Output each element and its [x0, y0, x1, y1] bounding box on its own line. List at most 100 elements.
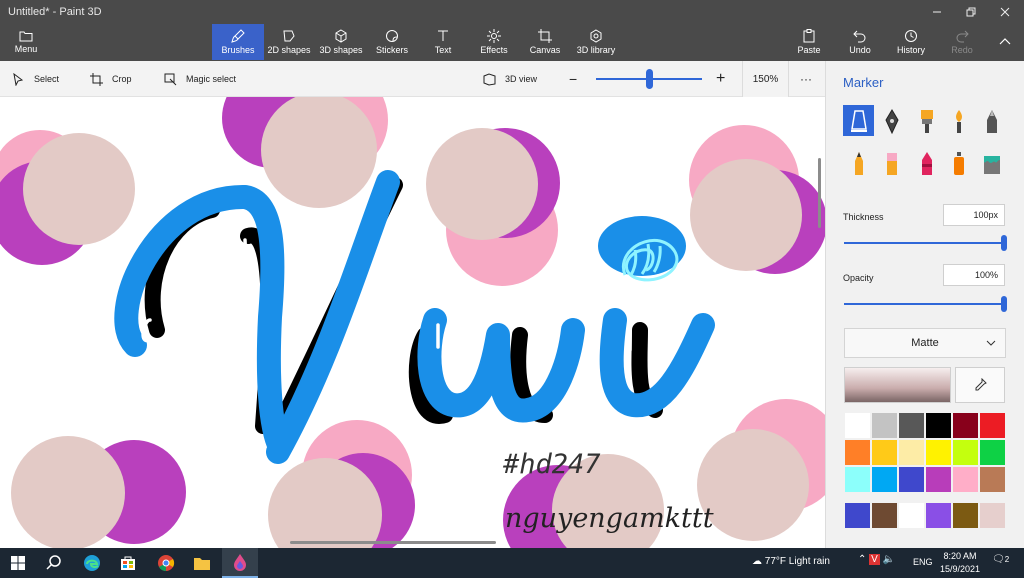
color-swatch[interactable]	[979, 466, 1006, 493]
color-swatch[interactable]	[898, 466, 925, 493]
vertical-scrollbar[interactable]	[818, 158, 821, 228]
color-swatch[interactable]	[925, 502, 952, 529]
color-swatch[interactable]	[979, 439, 1006, 466]
taskbar-edge[interactable]	[74, 548, 110, 578]
brush-fill[interactable]	[976, 147, 1007, 178]
zoom-slider-thumb[interactable]	[646, 69, 653, 89]
chevron-down-icon	[986, 340, 996, 346]
brush-spray-can[interactable]	[943, 147, 974, 178]
brush-eraser[interactable]	[876, 147, 907, 178]
collapse-ribbon-button[interactable]	[992, 24, 1018, 60]
color-swatch[interactable]	[844, 466, 871, 493]
brush-marker[interactable]	[843, 105, 874, 136]
search-button[interactable]	[36, 548, 72, 578]
close-button[interactable]	[988, 2, 1022, 22]
cursor-arrow-icon	[13, 72, 24, 86]
drawing-canvas[interactable]: #hd247 nguyengamkttt	[0, 97, 825, 548]
taskbar-store[interactable]	[110, 548, 146, 578]
color-swatch[interactable]	[898, 439, 925, 466]
color-swatch[interactable]	[925, 466, 952, 493]
brush-oil[interactable]	[911, 105, 942, 136]
brush-pencil[interactable]	[843, 147, 874, 178]
tab-text[interactable]: Text	[424, 24, 462, 60]
select-button[interactable]: Select	[12, 61, 59, 97]
magic-select-icon	[164, 73, 177, 85]
notification-center-button[interactable]: 🗨2	[992, 554, 1009, 565]
current-color-preview[interactable]	[844, 367, 951, 403]
more-options-button[interactable]: ···	[800, 61, 812, 97]
menu-label: Menu	[14, 44, 38, 54]
3d-view-toggle[interactable]: 3D view	[483, 61, 537, 97]
opacity-slider[interactable]	[844, 303, 1004, 305]
zoom-out-button[interactable]: −	[569, 61, 577, 97]
color-swatch[interactable]	[925, 439, 952, 466]
minimize-button[interactable]	[920, 2, 954, 22]
color-swatch[interactable]	[925, 412, 952, 439]
tab-2d-shapes[interactable]: 2D shapes	[266, 24, 312, 60]
color-swatch[interactable]	[844, 412, 871, 439]
language-indicator[interactable]: ENG	[913, 557, 933, 567]
tab-label: 3D library	[576, 45, 616, 55]
undo-icon	[853, 30, 866, 43]
paint3d-icon	[234, 554, 246, 571]
brush-pixel-pen[interactable]	[976, 105, 1007, 136]
tab-stickers[interactable]: Stickers	[370, 24, 414, 60]
signature-text: nguyengamkttt	[505, 503, 714, 534]
tab-brushes[interactable]: Brushes	[212, 24, 264, 60]
thickness-slider-thumb[interactable]	[1001, 235, 1007, 251]
zoom-value-field[interactable]: 150%	[742, 61, 789, 97]
chevron-up-icon: ⌃	[858, 554, 867, 565]
brush-crayon[interactable]	[911, 147, 942, 178]
color-swatch[interactable]	[871, 466, 898, 493]
color-swatch[interactable]	[952, 502, 979, 529]
paste-button[interactable]: Paste	[794, 24, 824, 60]
color-swatch[interactable]	[952, 439, 979, 466]
color-swatch[interactable]	[898, 502, 925, 529]
brush-watercolor[interactable]	[943, 105, 974, 136]
tab-3d-library[interactable]: 3D library	[574, 24, 618, 60]
beige-circle	[697, 429, 809, 541]
tab-3d-shapes[interactable]: 3D shapes	[317, 24, 365, 60]
color-swatch[interactable]	[979, 502, 1006, 529]
zoom-in-button[interactable]: +	[716, 61, 725, 97]
weather-widget[interactable]: ☁ 77°F Light rain	[752, 556, 830, 567]
color-swatch[interactable]	[871, 502, 898, 529]
redo-icon	[956, 30, 969, 43]
color-swatch[interactable]	[844, 502, 871, 529]
color-swatch[interactable]	[871, 439, 898, 466]
restore-button[interactable]	[954, 2, 988, 22]
taskbar-chrome[interactable]	[148, 548, 184, 578]
opacity-label: Opacity	[843, 273, 874, 283]
opacity-field[interactable]: 100%	[943, 264, 1005, 286]
thickness-slider[interactable]	[844, 242, 1004, 244]
brush-calligraphy-pen[interactable]	[876, 105, 907, 136]
marker-icon	[850, 109, 867, 132]
close-icon	[1000, 7, 1010, 17]
crop-button[interactable]: Crop	[90, 61, 132, 97]
taskbar-file-explorer[interactable]	[184, 548, 220, 578]
finish-dropdown[interactable]: Matte	[844, 328, 1006, 358]
opacity-slider-thumb[interactable]	[1001, 296, 1007, 312]
tab-canvas[interactable]: Canvas	[526, 24, 564, 60]
color-swatch[interactable]	[871, 412, 898, 439]
color-swatch[interactable]	[952, 412, 979, 439]
color-swatch[interactable]	[952, 466, 979, 493]
system-tray[interactable]: ⌃ V 🔈	[858, 554, 895, 565]
clock[interactable]: 8:20 AM 15/9/2021	[940, 550, 980, 576]
undo-button[interactable]: Undo	[845, 24, 875, 60]
eyedropper-button[interactable]	[955, 367, 1005, 403]
color-swatch[interactable]	[979, 412, 1006, 439]
redo-button[interactable]: Redo	[948, 24, 976, 60]
tab-effects[interactable]: Effects	[474, 24, 514, 60]
color-palette	[844, 412, 1006, 493]
horizontal-scrollbar[interactable]	[290, 541, 496, 544]
start-button[interactable]	[0, 548, 36, 578]
color-swatch[interactable]	[898, 412, 925, 439]
menu-button[interactable]: Menu	[0, 24, 52, 60]
history-icon	[905, 30, 917, 42]
color-swatch[interactable]	[844, 439, 871, 466]
history-button[interactable]: History	[894, 24, 928, 60]
thickness-field[interactable]: 100px	[943, 204, 1005, 226]
magic-select-button[interactable]: Magic select	[164, 61, 236, 97]
taskbar-paint3d[interactable]	[222, 548, 258, 578]
